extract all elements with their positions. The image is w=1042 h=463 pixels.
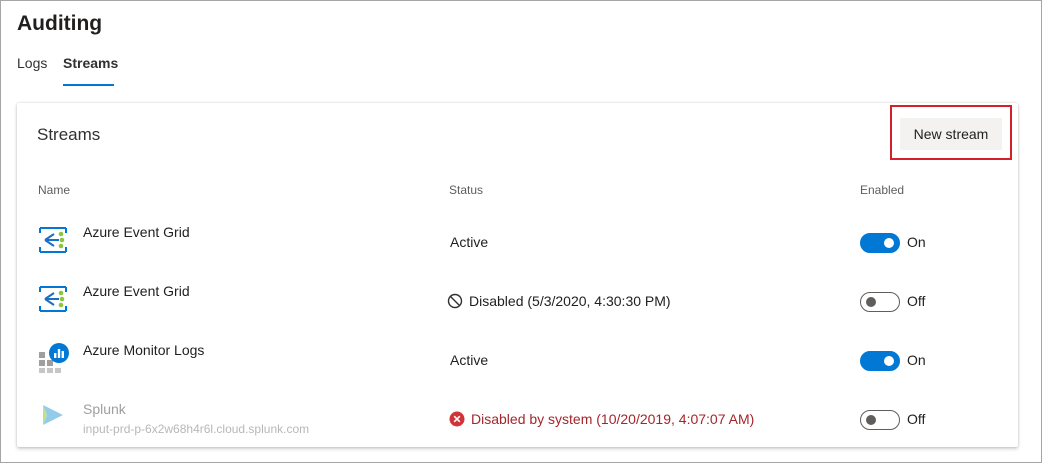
- page-title: Auditing: [17, 12, 103, 35]
- status-text: Disabled by system (10/20/2019, 4:07:07 …: [471, 411, 755, 427]
- toggle-knob: [884, 238, 894, 248]
- monitor-logs-icon: [37, 342, 69, 374]
- streams-card: Streams New stream Name Status Enabled A…: [17, 103, 1018, 447]
- toggle-knob: [866, 297, 876, 307]
- stream-status: Disabled by system (10/20/2019, 4:07:07 …: [449, 411, 754, 427]
- enabled-toggle[interactable]: [860, 292, 900, 312]
- stream-status: Active: [450, 234, 488, 250]
- stream-name: Azure Event Grid: [83, 224, 190, 240]
- status-text: Active: [450, 352, 489, 368]
- toggle-label: Off: [907, 411, 926, 427]
- status-text: Active: [450, 234, 489, 250]
- toggle-label: On: [907, 352, 926, 368]
- toggle-knob: [866, 415, 876, 425]
- table-row[interactable]: Splunk input-prd-p-6x2w68h4r6l.cloud.spl…: [17, 401, 1018, 447]
- table-row[interactable]: Azure Monitor Logs Active On: [17, 342, 1018, 400]
- stream-name: Azure Monitor Logs: [83, 342, 205, 358]
- toggle-knob: [884, 356, 894, 366]
- stream-name: Azure Event Grid: [83, 283, 190, 299]
- card-title: Streams: [37, 125, 101, 144]
- new-stream-button[interactable]: New stream: [900, 118, 1002, 150]
- blocked-icon: [447, 293, 463, 309]
- status-text: Disabled (5/3/2020, 4:30:30 PM): [469, 293, 671, 309]
- column-header-status[interactable]: Status: [449, 183, 483, 197]
- tab-logs[interactable]: Logs: [17, 55, 47, 71]
- event-grid-icon: [37, 224, 69, 256]
- stream-status: Active: [450, 352, 488, 368]
- table-row[interactable]: Azure Event Grid Active On: [17, 224, 1018, 282]
- enabled-toggle[interactable]: [860, 233, 900, 253]
- stream-endpoint: input-prd-p-6x2w68h4r6l.cloud.splunk.com: [83, 422, 310, 436]
- auditing-window: Auditing Logs Streams Streams New stream…: [0, 0, 1042, 463]
- stream-name: Splunk: [83, 401, 126, 417]
- column-header-enabled[interactable]: Enabled: [860, 183, 904, 197]
- error-icon: [449, 411, 465, 427]
- table-row[interactable]: Azure Event Grid Disabled (5/3/2020, 4:3…: [17, 283, 1018, 341]
- selected-tab-indicator: [63, 84, 114, 86]
- splunk-icon: [37, 401, 69, 433]
- stream-status: Disabled (5/3/2020, 4:30:30 PM): [447, 293, 671, 309]
- column-header-name[interactable]: Name: [38, 183, 70, 197]
- tab-streams[interactable]: Streams: [63, 55, 118, 71]
- enabled-toggle[interactable]: [860, 351, 900, 371]
- event-grid-icon: [37, 283, 69, 315]
- toggle-label: On: [907, 234, 926, 250]
- enabled-toggle[interactable]: [860, 410, 900, 430]
- toggle-label: Off: [907, 293, 926, 309]
